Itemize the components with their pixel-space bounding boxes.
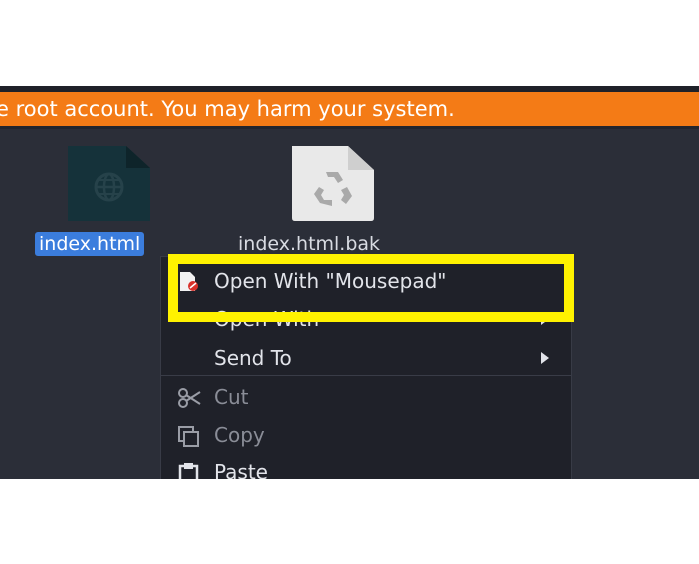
menu-item-send-to[interactable]: Send To	[161, 339, 571, 377]
menu-item-label: Send To	[214, 346, 292, 370]
menu-item-open-with-mousepad[interactable]: Open With "Mousepad"	[161, 262, 571, 300]
root-warning-bar: e root account. You may harm your system…	[0, 92, 699, 126]
clipboard-icon	[177, 462, 201, 479]
mousepad-icon	[177, 271, 201, 293]
menu-item-paste[interactable]: Paste	[161, 453, 571, 479]
root-warning-text: e root account. You may harm your system…	[0, 97, 455, 121]
divider	[0, 126, 699, 129]
menu-item-copy[interactable]: Copy	[161, 416, 571, 454]
menu-item-label: Open With	[214, 307, 320, 331]
web-file-icon[interactable]	[66, 146, 152, 225]
copy-icon	[177, 425, 201, 447]
menu-separator	[161, 375, 571, 376]
file-manager-window: e root account. You may harm your system…	[0, 86, 699, 479]
screenshot-page: e root account. You may harm your system…	[0, 0, 699, 564]
menu-item-label: Copy	[214, 423, 265, 447]
menu-item-label: Open With "Mousepad"	[214, 269, 447, 293]
file-name-index-html[interactable]: index.html	[35, 232, 145, 256]
menu-item-cut[interactable]: Cut	[161, 378, 571, 416]
context-menu: Open With "Mousepad" Open With Send To C…	[160, 256, 572, 479]
menu-item-label: Cut	[214, 385, 249, 409]
chevron-right-icon	[541, 313, 549, 325]
chevron-right-icon	[541, 352, 549, 364]
menu-item-open-with[interactable]: Open With	[161, 300, 571, 338]
menu-item-label: Paste	[214, 460, 268, 479]
scissors-icon	[177, 387, 201, 409]
backup-file-icon[interactable]	[290, 146, 376, 225]
file-name-index-html-bak[interactable]: index.html.bak	[238, 232, 380, 256]
